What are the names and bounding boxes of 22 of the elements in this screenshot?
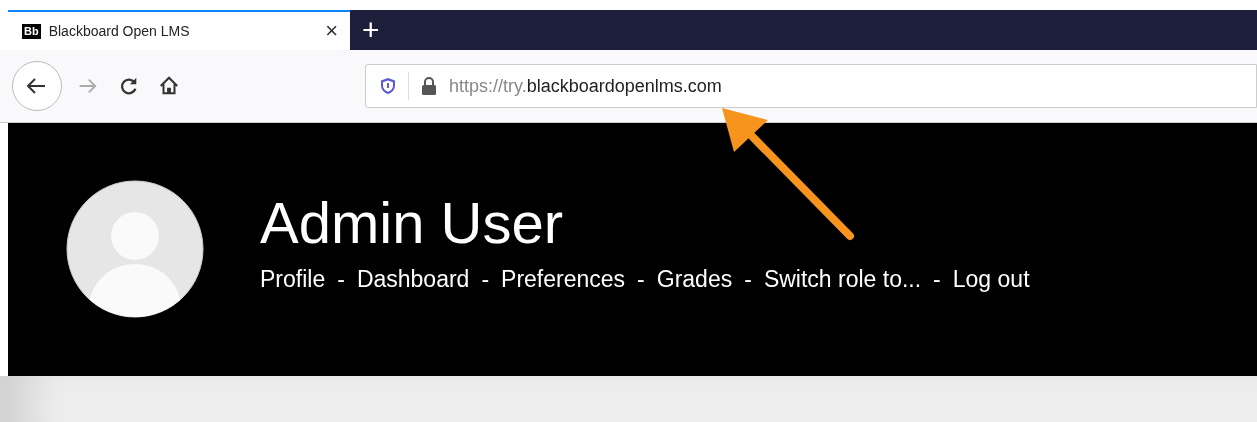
- link-separator: -: [933, 265, 941, 294]
- link-separator: -: [744, 265, 752, 294]
- header-link[interactable]: Switch role to...: [763, 262, 922, 297]
- header-link[interactable]: Log out: [952, 262, 1030, 297]
- back-button[interactable]: [12, 61, 62, 111]
- home-icon[interactable]: [158, 75, 180, 97]
- shield-icon: [380, 77, 396, 95]
- link-separator: -: [337, 265, 345, 294]
- link-separator: -: [637, 265, 645, 294]
- header-link[interactable]: Preferences: [501, 262, 626, 297]
- url-text: https://try.blackboardopenlms.com: [449, 74, 722, 98]
- site-favicon: Bb: [22, 23, 41, 39]
- address-bar[interactable]: https://try.blackboardopenlms.com: [365, 64, 1257, 108]
- close-tab-button[interactable]: ×: [325, 20, 338, 42]
- tab-title: Blackboard Open LMS: [48, 21, 191, 41]
- user-name: Admin User: [260, 190, 564, 256]
- header-link[interactable]: Dashboard: [356, 262, 470, 297]
- new-tab-button[interactable]: +: [362, 15, 380, 45]
- lock-icon: [421, 77, 437, 95]
- header-link[interactable]: Profile: [260, 262, 326, 297]
- header-link[interactable]: Grades: [656, 262, 733, 297]
- link-separator: -: [481, 265, 490, 294]
